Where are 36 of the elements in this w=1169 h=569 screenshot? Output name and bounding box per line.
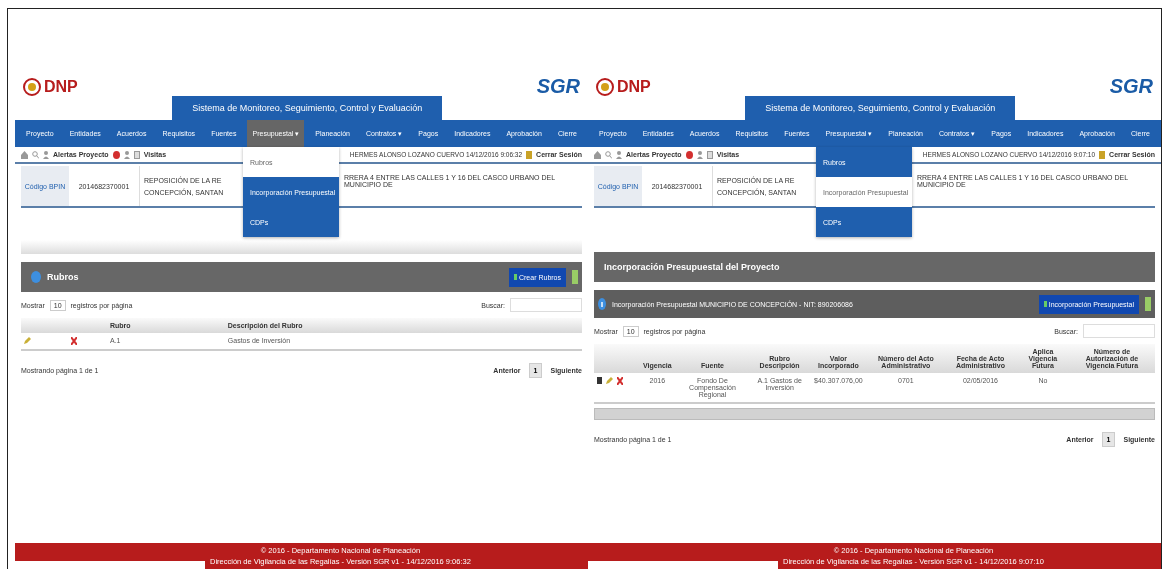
- alert-badge-icon: [112, 150, 120, 159]
- footer-field[interactable]: [588, 561, 778, 569]
- search-field[interactable]: [1083, 324, 1155, 338]
- footer-field[interactable]: [15, 561, 205, 569]
- delete-icon: [71, 337, 77, 345]
- logo-text: DNP: [44, 78, 78, 96]
- logo-text: SGR: [1109, 75, 1153, 98]
- search-field[interactable]: [510, 298, 582, 312]
- info-icon: [598, 298, 606, 310]
- house-icon: [594, 150, 601, 159]
- delete-icon: [617, 377, 623, 385]
- logo-text: DNP: [617, 78, 651, 96]
- person-icon: [123, 150, 130, 159]
- person-icon: [696, 150, 703, 159]
- pencil-icon: [606, 377, 613, 384]
- pencil-icon: [24, 337, 31, 344]
- seal-icon: [23, 78, 41, 96]
- section-title: Rubros: [47, 272, 80, 282]
- square-icon: [1145, 297, 1151, 311]
- search-icon: [32, 150, 39, 159]
- horizontal-scrollbar[interactable]: [594, 408, 1155, 420]
- document-icon: [133, 150, 140, 159]
- person-icon: [616, 150, 622, 159]
- table-header: [594, 344, 640, 373]
- document-icon: [597, 377, 602, 384]
- house-icon: [21, 150, 28, 159]
- square-icon: [572, 270, 578, 284]
- system-title: Sistema de Monitoreo, Seguimiento, Control y Evaluación: [745, 96, 1016, 120]
- search-icon: [605, 150, 612, 159]
- person-icon: [43, 150, 49, 159]
- logo-text: SGR: [536, 75, 580, 98]
- section-title: Incorporación Presupuestal del Proyecto: [604, 262, 781, 272]
- alert-badge-icon: [685, 150, 693, 159]
- seal-icon: [596, 78, 614, 96]
- system-title: Sistema de Monitoreo, Seguimiento, Control y Evaluación: [172, 96, 443, 120]
- document-icon: [706, 150, 713, 159]
